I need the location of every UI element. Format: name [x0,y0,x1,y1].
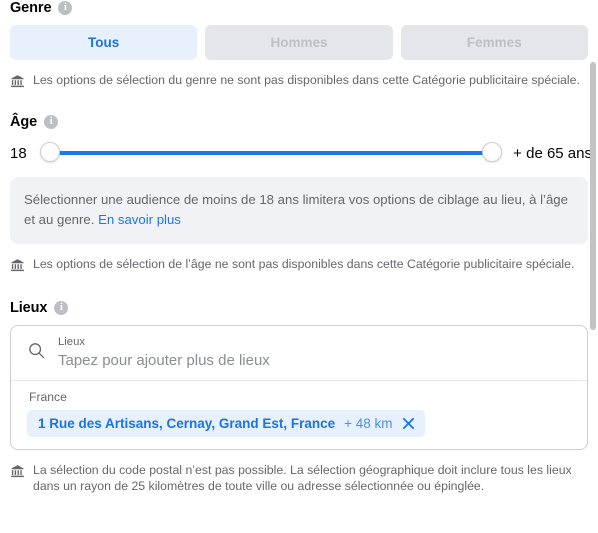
audience-targeting-panel: Genre i Tous Hommes Femmes Les options d… [0,0,598,533]
learn-more-link[interactable]: En savoir plus [98,212,181,227]
close-icon[interactable] [402,417,415,430]
info-icon[interactable]: i [58,1,73,15]
places-chip-list: 1 Rue des Artisans, Cernay, Grand Est, F… [11,404,587,449]
slider-track-wrap[interactable] [40,142,503,164]
gender-toggle-group: Tous Hommes Femmes [0,25,598,60]
bank-icon [10,258,25,278]
places-card: Lieux Tapez pour ajouter plus de lieux F… [10,325,588,450]
place-chip-radius[interactable]: + 48 km [344,416,392,431]
places-search-input[interactable]: Tapez pour ajouter plus de lieux [58,350,270,371]
places-disclaimer-text: La sélection du code postal n’est pas po… [33,463,572,493]
gender-option-all-label: Tous [88,35,120,50]
page-title: Genre [10,0,52,16]
search-icon [27,341,46,365]
gender-disclaimer: Les options de sélection du genre ne son… [0,72,598,94]
age-section: Âge i 18 + de 65 ans Sélectionner une au… [0,114,598,278]
gender-section-header: Genre i [0,0,598,16]
places-disclaimer: La sélection du code postal n’est pas po… [0,462,598,494]
age-title: Âge [10,114,38,130]
places-title: Lieux [10,300,48,316]
places-search-fields: Lieux Tapez pour ajouter plus de lieux [58,335,270,371]
places-section-header: Lieux i [0,300,598,316]
info-icon[interactable]: i [44,115,59,129]
info-icon[interactable]: i [54,301,69,315]
places-search-label: Lieux [58,336,86,348]
place-chip-name: 1 Rue des Artisans, Cernay, Grand Est, F… [38,416,336,431]
gender-section: Genre i Tous Hommes Femmes Les options d… [0,0,598,94]
slider-track-fill [49,151,494,155]
age-max-value: + de 65 ans [513,144,592,162]
age-min-value: 18 [10,144,27,162]
places-region-label: France [29,390,67,404]
gender-option-women-label: Femmes [466,35,522,50]
age-range-slider[interactable]: 18 + de 65 ans [0,142,598,164]
place-chip[interactable]: 1 Rue des Artisans, Cernay, Grand Est, F… [27,410,425,437]
gender-option-men-label: Hommes [270,35,328,50]
bank-icon [10,464,25,484]
places-section: Lieux i Lieux Tapez pour ajouter plus de… [0,300,598,494]
age-notice-text-wrap: Sélectionner une audience de moins de 18… [24,190,574,230]
gender-option-women[interactable]: Femmes [400,25,588,60]
places-search-row[interactable]: Lieux Tapez pour ajouter plus de lieux [11,326,587,381]
age-notice-box: Sélectionner une audience de moins de 18… [10,177,588,244]
scrollbar-thumb[interactable] [590,62,596,330]
gender-option-all[interactable]: Tous [10,25,198,60]
bank-icon [10,74,25,94]
gender-option-men[interactable]: Hommes [205,25,393,60]
age-section-header: Âge i [0,114,598,130]
slider-handle-min[interactable] [40,142,60,162]
slider-handle-max[interactable] [482,142,503,162]
age-disclaimer: Les options de sélection de l’âge ne son… [0,256,598,278]
scrollbar[interactable] [590,0,598,533]
gender-disclaimer-text: Les options de sélection du genre ne son… [33,73,580,87]
age-disclaimer-text: Les options de sélection de l’âge ne son… [33,257,575,271]
